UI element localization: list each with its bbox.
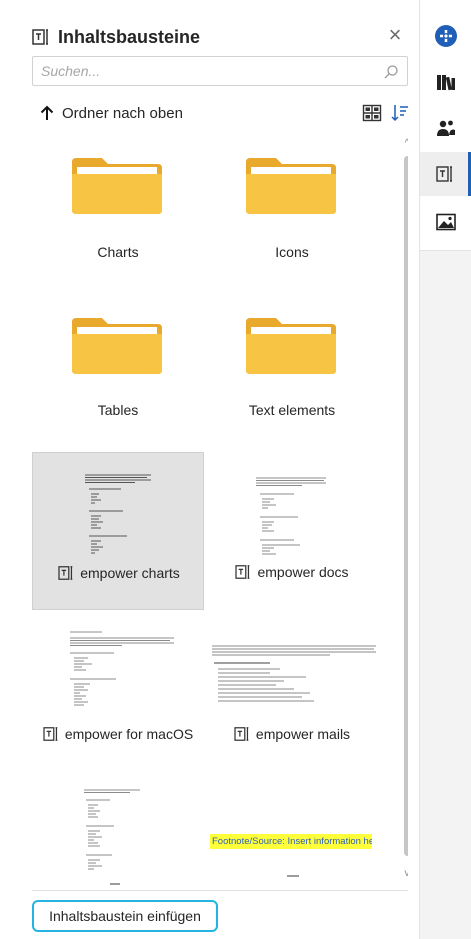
- document-thumbnail: [210, 626, 378, 724]
- insert-content-block-button[interactable]: Inhaltsbaustein einfügen: [32, 900, 218, 932]
- document-thumbnail: [80, 782, 156, 886]
- scrollbar-thumb[interactable]: [404, 156, 408, 856]
- content-blocks-pane: Inhaltsbausteine × Ordner nach oben: [0, 0, 420, 939]
- search-box: [32, 56, 408, 86]
- panel-header: Inhaltsbausteine ×: [32, 22, 410, 52]
- folder-item-tables[interactable]: Tables: [32, 294, 204, 452]
- document-item-empower-charts[interactable]: empower charts: [32, 452, 204, 610]
- document-label-row: empower docs: [206, 564, 378, 580]
- image-icon: [435, 213, 456, 231]
- footer-divider: [32, 890, 408, 891]
- document-item-empower-docs[interactable]: empower docs: [206, 452, 378, 610]
- search-input[interactable]: [33, 57, 407, 85]
- folder-label: Charts: [97, 244, 139, 260]
- text-block-icon: [32, 29, 48, 45]
- document-thumbnail-fragment: [287, 875, 299, 877]
- document-thumbnail: [254, 466, 330, 564]
- empower-logo-icon: [434, 25, 457, 47]
- rail-item-contacts[interactable]: [420, 106, 471, 150]
- rail-item-library[interactable]: [420, 60, 471, 104]
- panel-title: Inhaltsbausteine: [58, 26, 201, 47]
- scroll-down-icon[interactable]: v: [403, 868, 409, 880]
- search-icon[interactable]: [383, 64, 399, 80]
- folder-icon: [72, 318, 162, 374]
- view-mode-icon[interactable]: [362, 103, 382, 123]
- list-scrollbar[interactable]: ^ v: [403, 134, 408, 886]
- text-block-icon: [435, 166, 452, 182]
- document-thumbnail: [81, 467, 157, 565]
- library-icon: [436, 75, 455, 91]
- document-label-row: empower charts: [33, 565, 205, 581]
- folder-toolbar: Ordner nach oben: [40, 100, 410, 126]
- folder-up-button[interactable]: Ordner nach oben: [40, 105, 183, 122]
- rail-item-images[interactable]: [420, 200, 471, 244]
- document-label: empower charts: [80, 565, 180, 581]
- folder-icon: [72, 158, 162, 214]
- text-block-icon: [235, 565, 250, 579]
- document-label: empower for macOS: [64, 726, 194, 742]
- document-item-empower-for-macos[interactable]: empower for macOS: [32, 612, 204, 770]
- text-block-icon: [234, 727, 249, 741]
- folder-label: Icons: [275, 244, 309, 260]
- folder-item-icons[interactable]: Icons: [206, 134, 378, 292]
- arrow-up-icon: [40, 105, 54, 120]
- folder-icon: [246, 318, 336, 374]
- document-label-row: empower mails: [206, 726, 378, 742]
- sort-icon[interactable]: [390, 103, 410, 123]
- footnote-preview-text: Footnote/Source: Insert information here: [210, 834, 372, 849]
- folder-up-label: Ordner nach oben: [62, 104, 183, 122]
- scroll-up-icon[interactable]: ^: [403, 138, 408, 150]
- text-block-icon: [58, 566, 73, 580]
- folder-label: Text elements: [248, 402, 336, 418]
- folder-item-text-elements[interactable]: Text elements: [206, 294, 378, 452]
- close-icon[interactable]: ×: [384, 24, 406, 46]
- document-item-partial-left[interactable]: [32, 774, 204, 886]
- document-label-row: empower for macOS: [32, 726, 204, 742]
- document-item-empower-mails[interactable]: empower mails: [206, 612, 378, 770]
- folder-icon: [246, 158, 336, 214]
- folder-item-charts[interactable]: Charts: [32, 134, 204, 292]
- document-label: empower docs: [257, 564, 349, 580]
- text-block-icon: [43, 727, 58, 741]
- contacts-icon: [436, 120, 455, 136]
- rail-item-empower[interactable]: [420, 14, 471, 58]
- folder-label: Tables: [97, 402, 139, 418]
- content-block-list[interactable]: Charts Icons Tables Text elements empowe…: [32, 134, 408, 886]
- document-item-partial-right[interactable]: Footnote/Source: Insert information here: [206, 774, 378, 886]
- side-rail-empty-area: [420, 250, 471, 939]
- document-label: empower mails: [255, 726, 351, 742]
- rail-item-content-blocks[interactable]: [420, 152, 471, 196]
- document-thumbnail: [62, 626, 182, 724]
